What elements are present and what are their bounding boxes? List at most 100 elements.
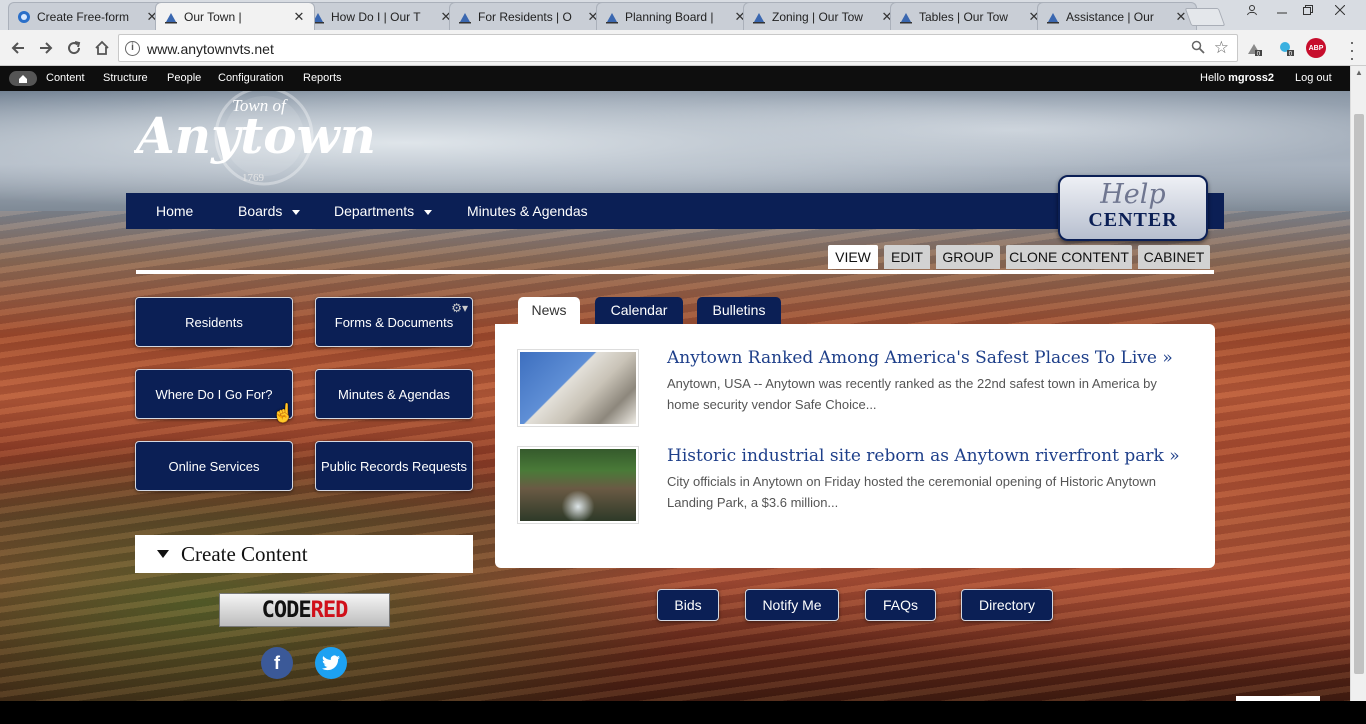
site-favicon-icon (1046, 10, 1060, 24)
browser-tab[interactable]: Assistance | Our ✕ (1037, 2, 1197, 30)
quick-link-public-records[interactable]: Public Records Requests (315, 441, 473, 491)
browser-menu-icon[interactable]: · · · (1348, 33, 1356, 67)
site-info-icon[interactable]: i (125, 41, 140, 56)
bids-button[interactable]: Bids (657, 589, 719, 621)
browser-tab-active[interactable]: Our Town | ✕ (155, 2, 315, 30)
restore-icon[interactable] (1294, 0, 1322, 20)
browser-tab[interactable]: Zoning | Our Tow ✕ (743, 2, 903, 30)
tab-clone-content[interactable]: CLONE CONTENT (1006, 245, 1132, 269)
greeting-prefix: Hello (1200, 72, 1226, 84)
gear-icon[interactable]: ⚙▾ (451, 301, 468, 315)
codered-code-text: CODE (261, 597, 312, 623)
nav-minutes-agendas[interactable]: Minutes & Agendas (467, 203, 588, 219)
minimize-icon[interactable] (1268, 0, 1296, 20)
admin-menu-people[interactable]: People (167, 72, 201, 84)
browser-tab-label: How Do I | Our T (331, 9, 421, 24)
scroll-up-arrow-icon[interactable]: ▲ (1355, 68, 1363, 77)
logo-anytown: Anytown (134, 106, 376, 165)
close-icon[interactable]: ✕ (292, 9, 306, 25)
quick-link-forms-documents[interactable]: Forms & Documents ⚙▾ (315, 297, 473, 347)
directory-button[interactable]: Directory (961, 589, 1053, 621)
browser-tab[interactable]: For Residents | O ✕ (449, 2, 609, 30)
nav-departments[interactable]: Departments (334, 203, 433, 219)
bottom-bar (0, 701, 1366, 724)
browser-tab[interactable]: How Do I | Our T ✕ (302, 2, 462, 30)
create-content-toggle[interactable]: Create Content (135, 535, 473, 573)
news-thumbnail[interactable] (517, 446, 639, 524)
quick-link-residents[interactable]: Residents (135, 297, 293, 347)
notify-me-button[interactable]: Notify Me (745, 589, 839, 621)
window-close-icon[interactable] (1326, 0, 1354, 20)
browser-tab-label: Zoning | Our Tow (772, 9, 863, 24)
tab-edit[interactable]: EDIT (884, 245, 930, 269)
quick-link-minutes-agendas[interactable]: Minutes & Agendas (315, 369, 473, 419)
browser-tab[interactable]: Planning Board | ✕ (596, 2, 756, 30)
news-excerpt: City officials in Anytown on Friday host… (667, 474, 1156, 510)
quick-link-online-services[interactable]: Online Services (135, 441, 293, 491)
quick-link-label: Forms & Documents (334, 314, 454, 330)
admin-home-icon[interactable] (9, 71, 37, 86)
new-tab-button[interactable] (1184, 8, 1226, 26)
browser-tab[interactable]: Create Free-form ✕ (8, 2, 168, 30)
browser-tab-label: Planning Board | (625, 9, 714, 24)
scrollbar-thumb[interactable] (1354, 114, 1364, 674)
codered-red-text: RED (310, 597, 349, 623)
reload-icon[interactable] (62, 36, 86, 60)
address-bar[interactable]: i www.anytownvts.net ☆ (118, 34, 1238, 62)
back-arrow-icon[interactable] (6, 36, 30, 60)
extension-icon[interactable]: 0 (1276, 38, 1296, 58)
help-label: Help (1100, 179, 1166, 210)
collapse-triangle-icon (157, 550, 169, 558)
site-favicon-icon (458, 10, 472, 24)
logo-year: 1769 (242, 172, 265, 184)
admin-menu-structure[interactable]: Structure (103, 72, 148, 84)
dropdown-caret-icon (424, 209, 433, 215)
center-label: CENTER (1088, 209, 1178, 231)
admin-greeting: Hello mgross2 (1200, 72, 1274, 84)
browser-tab-label: For Residents | O (478, 9, 572, 24)
extension-icon[interactable]: 0 (1244, 38, 1264, 58)
dropdown-caret-icon (292, 209, 301, 215)
profile-icon[interactable] (1238, 0, 1266, 20)
news-title[interactable]: Historic industrial site reborn as Anyto… (667, 446, 1180, 466)
divider (136, 270, 1214, 274)
tab-calendar[interactable]: Calendar (595, 297, 683, 324)
twitter-icon[interactable] (315, 647, 347, 679)
browser-tab-label: Assistance | Our (1066, 9, 1154, 24)
browser-tab[interactable]: Tables | Our Tow ✕ (890, 2, 1050, 30)
bookmark-star-icon[interactable]: ☆ (1214, 38, 1229, 58)
news-title[interactable]: Anytown Ranked Among America's Safest Pl… (667, 348, 1173, 368)
username[interactable]: mgross2 (1228, 72, 1274, 84)
faqs-button[interactable]: FAQs (865, 589, 936, 621)
adblock-plus-icon[interactable]: ABP (1306, 38, 1326, 58)
admin-menu-content[interactable]: Content (46, 72, 85, 84)
tab-bulletins[interactable]: Bulletins (697, 297, 781, 324)
nav-home[interactable]: Home (156, 203, 193, 219)
home-icon[interactable] (90, 36, 114, 60)
help-center-button[interactable]: Help CENTER (1058, 175, 1208, 241)
logout-link[interactable]: Log out (1295, 72, 1332, 84)
create-content-label: Create Content (181, 541, 308, 566)
extension-badge: 0 (1289, 51, 1293, 57)
codered-logo[interactable]: CODE RED (219, 593, 390, 627)
tab-view[interactable]: VIEW (828, 245, 878, 269)
admin-menu-reports[interactable]: Reports (303, 72, 342, 84)
extension-badge: 0 (1257, 51, 1261, 57)
quick-link-where-do-i-go[interactable]: Where Do I Go For? (135, 369, 293, 419)
tab-group[interactable]: GROUP (936, 245, 1000, 269)
nav-label: Departments (334, 203, 415, 219)
tab-news[interactable]: News (518, 297, 580, 324)
site-favicon-icon (605, 10, 619, 24)
facebook-icon[interactable]: f (261, 647, 293, 679)
site-logo[interactable]: Town of Anytown 1769 (132, 91, 404, 186)
tab-cabinet[interactable]: CABINET (1138, 245, 1210, 269)
news-thumbnail[interactable] (517, 349, 639, 427)
page-scrollbar[interactable]: ▲ (1350, 66, 1366, 701)
zoom-magnifier-icon[interactable] (1191, 40, 1205, 57)
forward-arrow-icon[interactable] (34, 36, 58, 60)
feedback-tab[interactable] (1236, 696, 1320, 701)
admin-toolbar: Content Structure People Configuration R… (0, 66, 1350, 91)
nav-boards[interactable]: Boards (238, 203, 301, 219)
admin-menu-configuration[interactable]: Configuration (218, 72, 283, 84)
browser-tabstrip: Create Free-form ✕ Our Town | ✕ How Do I… (0, 0, 1366, 30)
